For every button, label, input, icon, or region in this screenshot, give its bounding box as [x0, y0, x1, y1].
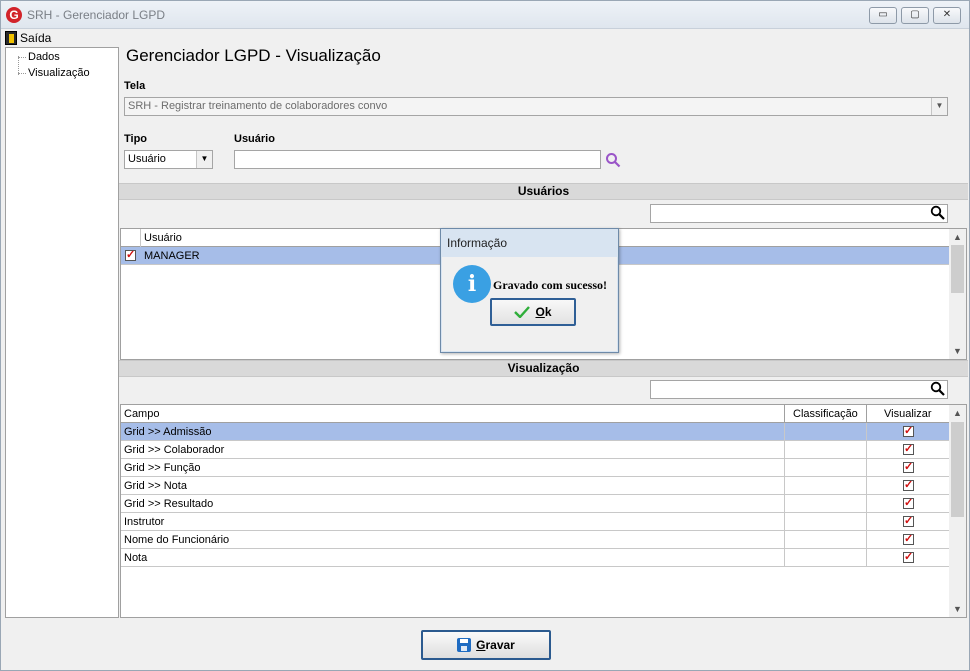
usuario-cell: MANAGER — [144, 250, 200, 262]
tree-connector — [18, 73, 26, 74]
chevron-down-icon: ▼ — [196, 151, 212, 168]
visualizar-checkbox[interactable] — [903, 424, 914, 437]
usuario-label: Usuário — [234, 133, 275, 145]
column-header-classificacao[interactable]: Classificação — [785, 405, 867, 423]
campo-cell: Grid >> Admissão — [121, 423, 785, 441]
ok-button[interactable]: Ok — [490, 298, 576, 326]
visualizacao-scrollbar[interactable]: ▲ ▼ — [949, 405, 966, 617]
gravar-button[interactable]: Gravar — [421, 630, 551, 660]
campo-cell: Grid >> Colaborador — [121, 441, 785, 459]
dialog-body: i Gravado com sucesso! Ok — [442, 257, 617, 351]
title-bar: G SRH - Gerenciador LGPD ▭ ▢ ✕ — [1, 1, 969, 29]
exit-menu-label: Saída — [20, 30, 52, 45]
tela-select[interactable]: SRH - Registrar treinamento de colaborad… — [124, 97, 948, 116]
campo-cell: Grid >> Resultado — [121, 495, 785, 513]
dialog-message: Gravado com sucesso! — [493, 278, 607, 292]
table-row[interactable]: Grid >> Nota — [121, 477, 950, 495]
exit-menu-item[interactable]: Saída — [5, 29, 51, 46]
column-header-campo[interactable]: Campo — [121, 405, 785, 423]
visualizar-checkbox[interactable] — [903, 550, 914, 563]
minimize-button[interactable]: ▭ — [869, 7, 897, 24]
visualizar-checkbox[interactable] — [903, 514, 914, 527]
gravar-label-rest: ravar — [485, 638, 515, 652]
classificacao-cell[interactable] — [785, 513, 867, 531]
visualizacao-grid-header: Campo Classificação Visualizar — [121, 405, 950, 423]
table-row[interactable]: Grid >> Admissão — [121, 423, 950, 441]
exit-door-icon — [5, 30, 17, 45]
classificacao-cell[interactable] — [785, 477, 867, 495]
tipo-select[interactable]: Usuário ▼ — [124, 150, 213, 169]
header-spacer — [121, 229, 141, 247]
visualizacao-section-header: Visualização — [119, 360, 968, 377]
close-button[interactable]: ✕ — [933, 7, 961, 24]
info-icon: i — [453, 265, 491, 303]
campo-cell: Instrutor — [121, 513, 785, 531]
visualizacao-search-input[interactable] — [650, 380, 948, 399]
table-row[interactable]: Grid >> Função — [121, 459, 950, 477]
scroll-up-icon[interactable]: ▲ — [949, 405, 966, 421]
checkmark-icon — [514, 306, 531, 318]
classificacao-cell[interactable] — [785, 531, 867, 549]
table-row[interactable]: Grid >> Resultado — [121, 495, 950, 513]
campo-cell: Grid >> Função — [121, 459, 785, 477]
chevron-down-icon: ▼ — [931, 98, 947, 115]
scrollbar-thumb[interactable] — [951, 422, 964, 517]
scrollbar-thumb[interactable] — [951, 245, 964, 293]
ok-label: Ok — [535, 305, 551, 319]
table-row[interactable]: Nome do Funcionário — [121, 531, 950, 549]
dialog-title: Informação — [447, 236, 508, 250]
tree-connector — [18, 57, 26, 58]
visualizacao-grid: Campo Classificação Visualizar Grid >> A… — [120, 404, 967, 618]
usuario-input[interactable] — [234, 150, 601, 169]
table-row[interactable]: Instrutor — [121, 513, 950, 531]
search-icon[interactable] — [930, 205, 946, 221]
gravar-label: Gravar — [476, 638, 515, 652]
classificacao-cell[interactable] — [785, 459, 867, 477]
maximize-button[interactable]: ▢ — [901, 7, 929, 24]
search-icon[interactable] — [930, 381, 946, 397]
tela-select-value: SRH - Registrar treinamento de colaborad… — [128, 100, 388, 112]
scroll-up-icon[interactable]: ▲ — [949, 229, 966, 245]
menu-bar: Saída — [1, 29, 969, 46]
campo-cell: Nome do Funcionário — [121, 531, 785, 549]
tree-item-visualizacao[interactable]: Visualização — [28, 67, 90, 79]
navigation-tree: Dados Visualização — [5, 47, 119, 618]
visualizar-checkbox[interactable] — [903, 496, 914, 509]
tela-label: Tela — [124, 80, 146, 92]
visualizar-checkbox[interactable] — [903, 442, 914, 455]
classificacao-cell[interactable] — [785, 495, 867, 513]
search-icon[interactable] — [605, 152, 621, 168]
tipo-select-value: Usuário — [128, 153, 166, 165]
campo-cell: Grid >> Nota — [121, 477, 785, 495]
floppy-disk-icon — [457, 638, 472, 652]
ok-label-rest: k — [544, 305, 552, 319]
visualizar-checkbox[interactable] — [903, 532, 914, 545]
usuarios-scrollbar[interactable]: ▲ ▼ — [949, 229, 966, 359]
info-dialog: Informação i Gravado com sucesso! Ok — [440, 228, 619, 353]
app-logo-icon: G — [6, 7, 22, 23]
scroll-down-icon[interactable]: ▼ — [949, 343, 966, 359]
column-header-visualizar[interactable]: Visualizar — [867, 405, 950, 423]
campo-cell: Nota — [121, 549, 785, 567]
table-row[interactable]: Grid >> Colaborador — [121, 441, 950, 459]
row-checkbox[interactable] — [125, 248, 136, 261]
tree-item-dados[interactable]: Dados — [28, 51, 60, 63]
visualizar-checkbox[interactable] — [903, 478, 914, 491]
usuarios-section-header: Usuários — [119, 183, 968, 200]
main-window: G SRH - Gerenciador LGPD ▭ ▢ ✕ Saída Dad… — [0, 0, 970, 671]
tipo-label: Tipo — [124, 133, 148, 145]
table-row[interactable]: Nota — [121, 549, 950, 567]
column-header-usuario[interactable]: Usuário — [141, 229, 182, 247]
ok-mnemonic: O — [535, 305, 545, 319]
visualizar-checkbox[interactable] — [903, 460, 914, 473]
window-title: SRH - Gerenciador LGPD — [27, 8, 166, 22]
page-title: Gerenciador LGPD - Visualização — [126, 46, 381, 65]
scroll-down-icon[interactable]: ▼ — [949, 601, 966, 617]
classificacao-cell[interactable] — [785, 441, 867, 459]
usuarios-search-input[interactable] — [650, 204, 948, 223]
classificacao-cell[interactable] — [785, 549, 867, 567]
classificacao-cell[interactable] — [785, 423, 867, 441]
